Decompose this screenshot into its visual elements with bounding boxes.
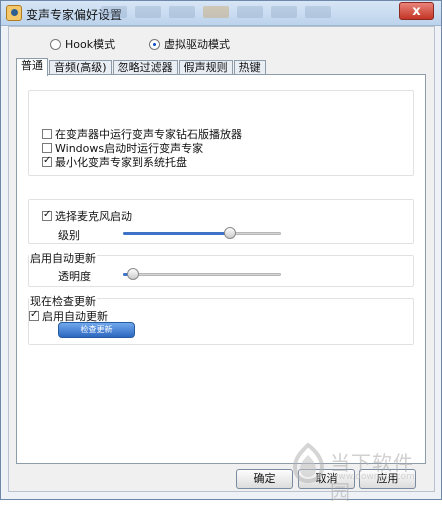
level-slider-thumb[interactable]	[224, 227, 236, 239]
preferences-window: 变声专家偏好设置 x Hook模式 虚拟驱动模式 普通 音频(高级) 忽略过滤器…	[0, 0, 442, 504]
transparency-label: 透明度	[58, 270, 91, 283]
auto-update-group: 启用自动更新 透明度	[28, 250, 414, 287]
dialog-client-area: Hook模式 虚拟驱动模式 普通 音频(高级) 忽略过滤器 假声规则 热键 在变…	[8, 26, 435, 492]
background-toolbar-ghost	[101, 6, 331, 18]
app-icon	[6, 5, 22, 21]
preferences-tabs: 普通 音频(高级) 忽略过滤器 假声规则 热键	[16, 58, 267, 76]
tab-ignore-filter[interactable]: 忽略过滤器	[112, 60, 178, 75]
level-label: 级别	[58, 229, 80, 242]
close-button[interactable]: x	[399, 2, 434, 20]
minimize-to-tray-option[interactable]: 最小化变声专家到系统托盘	[42, 154, 187, 170]
check-update-title: 现在检查更新	[29, 293, 97, 309]
tab-general[interactable]: 普通	[16, 58, 48, 76]
title-bar[interactable]: 变声专家偏好设置 x	[1, 1, 441, 26]
virtual-driver-mode-label: 虚拟驱动模式	[164, 38, 230, 51]
transparency-slider-track[interactable]	[123, 273, 281, 276]
microphone-start-option[interactable]: 选择麦克风启动	[42, 208, 132, 224]
microphone-start-checkbox[interactable]	[42, 209, 52, 221]
tab-hotkeys[interactable]: 热键	[233, 60, 266, 75]
microphone-start-label: 选择麦克风启动	[55, 210, 132, 223]
level-slider[interactable]	[123, 225, 281, 241]
auto-update-title: 启用自动更新	[29, 250, 97, 266]
hook-mode-radio[interactable]: Hook模式	[50, 36, 115, 52]
startup-options-group: 在变声器中运行变声专家钻石版播放器 Windows启动时运行变声专家 最小化变声…	[28, 90, 414, 176]
run-player-checkbox[interactable]	[42, 129, 52, 139]
tab-audio-advanced[interactable]: 音频(高级)	[49, 60, 112, 75]
mode-selector: Hook模式 虚拟驱动模式	[50, 36, 260, 52]
hook-mode-radio-circle[interactable]	[50, 38, 61, 50]
check-update-button[interactable]: 检查更新	[58, 322, 135, 338]
virtual-driver-mode-radio[interactable]: 虚拟驱动模式	[149, 36, 230, 52]
virtual-driver-mode-radio-circle[interactable]	[149, 38, 160, 50]
tab-falsetto-rules[interactable]: 假声规则	[178, 60, 233, 75]
apply-button[interactable]: 应用	[359, 469, 416, 489]
transparency-slider-thumb[interactable]	[127, 268, 139, 280]
run-at-windows-start-checkbox[interactable]	[42, 143, 52, 153]
cancel-button[interactable]: 取消	[298, 469, 355, 489]
minimize-to-tray-label: 最小化变声专家到系统托盘	[55, 156, 187, 169]
minimize-to-tray-checkbox[interactable]	[42, 155, 52, 167]
general-tab-panel: 在变声器中运行变声专家钻石版播放器 Windows启动时运行变声专家 最小化变声…	[16, 74, 426, 464]
microphone-group: 选择麦克风启动 级别	[28, 199, 414, 244]
transparency-slider[interactable]	[123, 266, 281, 282]
level-slider-fill	[123, 232, 230, 235]
enable-auto-update-checkbox[interactable]	[29, 309, 39, 321]
hook-mode-label: Hook模式	[65, 38, 116, 51]
ok-button[interactable]: 确定	[236, 469, 293, 489]
